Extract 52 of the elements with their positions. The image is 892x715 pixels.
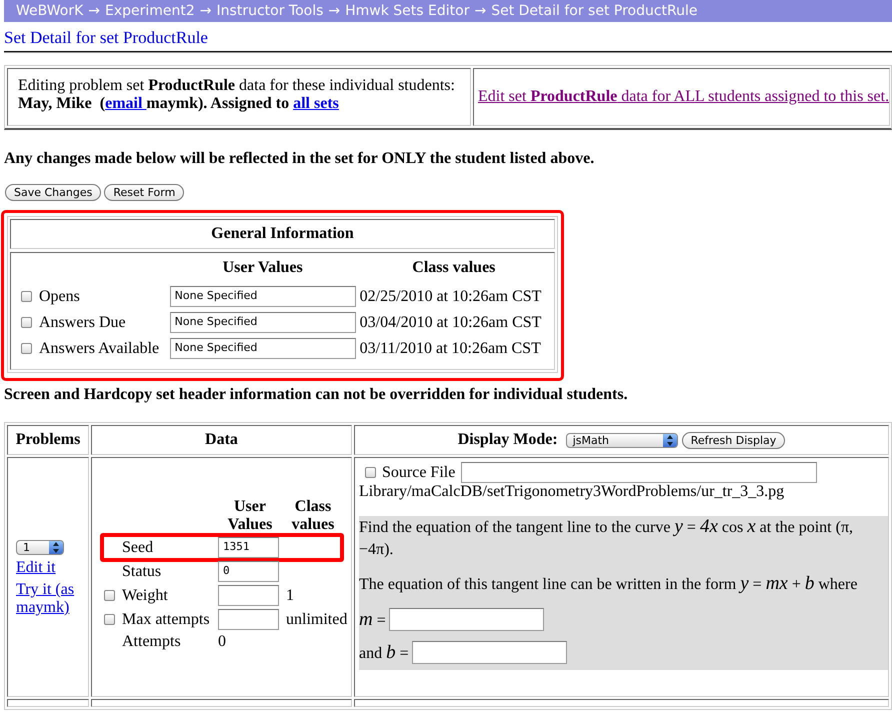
date-field[interactable]: None Specified [170,338,356,359]
header-notice: Screen and Hardcopy set header information can not be overridden for individual students. [4,386,629,404]
field-label: Status [122,562,162,580]
breadcrumb-separator: → [328,3,340,19]
column-header: Class values [290,498,336,534]
student-link[interactable]: all sets [293,95,339,113]
problem-number-select[interactable]: 1 [16,540,64,555]
field-label: Opens [39,288,81,306]
file-path: Library/maCalcDB/setTrigonometry3WordProblems/ur_tr_3_3.pg [359,483,786,501]
field-label: Max attempts [122,610,211,628]
display-mode-label: Display Mode: [458,431,558,449]
form-button[interactable]: Reset Form [104,184,184,201]
student-info: May, Mike ( [18,95,106,113]
answer-label: m = [359,608,386,630]
field-value: 0 [218,633,227,651]
problem-link[interactable]: Edit it [16,559,56,577]
field-label: Attempts [122,633,182,651]
date-field[interactable]: None Specified [170,312,356,333]
breadcrumb-separator: → [88,3,100,19]
student-link[interactable]: email [105,95,146,113]
page-title: Set Detail for set ProductRule [3,27,209,49]
problem-link[interactable]: Try it (as maymk) [16,581,84,617]
form-button[interactable]: Save Changes [5,184,102,201]
value-field[interactable]: 1351 [218,537,279,558]
date-field[interactable]: None Specified [170,286,356,307]
problem-text: Find the equation of the tangent line to the curve y = 4x cos x at the point (π, −4π). [359,516,854,560]
column-header: Class values [411,258,496,278]
refresh-display-button[interactable]: Refresh Display [682,432,786,448]
editing-description: Editing problem set ProductRule data for these individual students: [18,77,456,95]
breadcrumb-separator: → [474,3,486,19]
answer-label: and b = [359,642,409,664]
class-value: 02/25/2010 at 10:26am CST [360,288,542,306]
student-info: maymk). Assigned to [146,95,290,113]
column-header: User Values [226,498,274,534]
class-value: 03/04/2010 at 10:26am CST [360,314,542,332]
field-label: Source File [382,464,456,482]
class-value: 1 [286,586,295,604]
panel-heading: General Information [10,219,555,249]
column-header: User Values [222,258,304,278]
value-field[interactable]: 0 [218,561,279,582]
field-label: Weight [122,586,169,604]
class-value: 03/11/2010 at 10:26am CST [360,340,542,358]
problem-text: The equation of this tangent line can be written in the form y = mx + b where [359,573,858,596]
class-value: unlimited [286,610,348,628]
breadcrumb-separator: → [200,3,212,19]
column-header: Problems [7,425,89,455]
field-label: Answers Due [39,314,127,332]
column-header: Data [91,425,352,455]
display-mode-select[interactable]: jsMath [566,432,678,448]
field-label: Seed [122,538,154,556]
field-label: Answers Available [39,340,160,358]
notice-text: Any changes made below will be reflected in the set for ONLY the student listed above. [4,150,596,168]
